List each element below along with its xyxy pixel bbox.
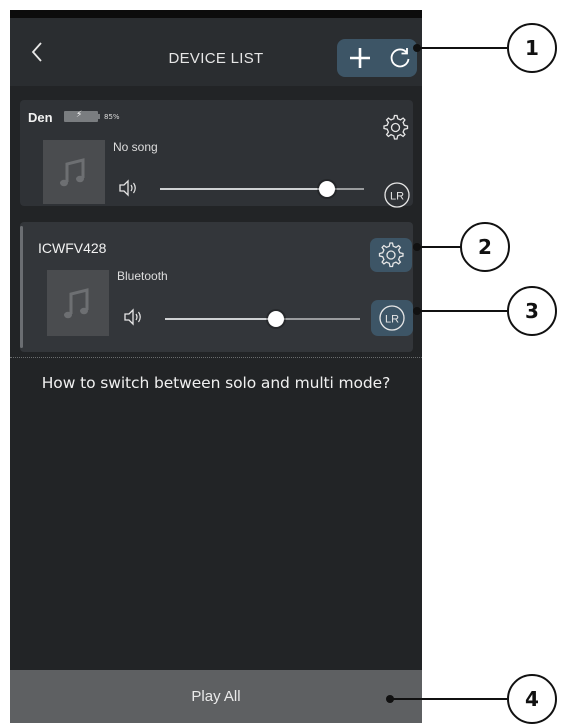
plus-icon[interactable] <box>347 45 373 71</box>
battery-tip <box>98 114 100 119</box>
charging-bolt-icon: ⚡ <box>76 110 83 120</box>
volume-knob[interactable] <box>319 181 336 197</box>
callout-dot-3 <box>413 307 421 315</box>
callout-dot-2 <box>413 243 421 251</box>
header-bar: DEVICE LIST <box>10 18 422 86</box>
album-art <box>47 270 109 336</box>
volume-fill <box>160 188 328 190</box>
lr-channel-icon: LR <box>379 305 405 331</box>
callout-4: 4 <box>507 674 557 724</box>
device-card-icwfv428[interactable]: ICWFV428 Bluetooth LR <box>20 222 413 352</box>
device-name: Den <box>28 110 53 125</box>
album-art <box>43 140 105 204</box>
volume-fill <box>165 318 277 320</box>
divider <box>10 357 422 358</box>
speaker-icon[interactable] <box>118 179 138 197</box>
song-title: Bluetooth <box>117 269 168 283</box>
volume-knob[interactable] <box>268 311 285 327</box>
play-all-label: Play All <box>191 688 241 705</box>
callout-line-2 <box>417 246 462 248</box>
battery-indicator: ⚡ <box>64 110 98 122</box>
song-title: No song <box>113 140 158 154</box>
help-link[interactable]: How to switch between solo and multi mod… <box>10 374 422 392</box>
play-all-button[interactable]: Play All <box>10 670 422 723</box>
settings-button[interactable] <box>370 238 412 272</box>
callout-2: 2 <box>460 222 510 272</box>
channel-label: LR <box>385 314 399 326</box>
lr-channel-icon: LR <box>384 182 410 208</box>
status-bar <box>10 10 422 18</box>
channel-label: LR <box>390 191 404 203</box>
callout-line-4 <box>390 698 507 700</box>
gear-icon[interactable] <box>380 112 410 142</box>
gear-icon <box>378 242 404 268</box>
channel-button[interactable]: LR <box>371 300 413 336</box>
device-card-den[interactable]: Den ⚡ 85% No song LR <box>20 100 413 208</box>
selected-indicator <box>20 226 23 348</box>
channel-button[interactable]: LR <box>382 180 412 210</box>
volume-slider[interactable] <box>165 311 360 327</box>
device-name: ICWFV428 <box>38 240 107 256</box>
speaker-icon[interactable] <box>123 308 143 326</box>
callout-1: 1 <box>507 23 557 73</box>
refresh-icon[interactable] <box>387 45 413 71</box>
music-note-icon <box>64 288 89 319</box>
callout-3: 3 <box>507 286 557 336</box>
callout-line-3 <box>417 310 507 312</box>
header-button-group <box>337 39 417 77</box>
volume-slider[interactable] <box>160 181 364 197</box>
callout-line-1 <box>417 47 507 49</box>
device-list-screen: DEVICE LIST Den ⚡ 85% No song LR ICWFV42… <box>10 10 422 723</box>
battery-percent: 85% <box>104 113 120 121</box>
callout-dot-1 <box>413 44 421 52</box>
callout-dot-4 <box>386 695 394 703</box>
music-note-icon <box>60 158 85 187</box>
